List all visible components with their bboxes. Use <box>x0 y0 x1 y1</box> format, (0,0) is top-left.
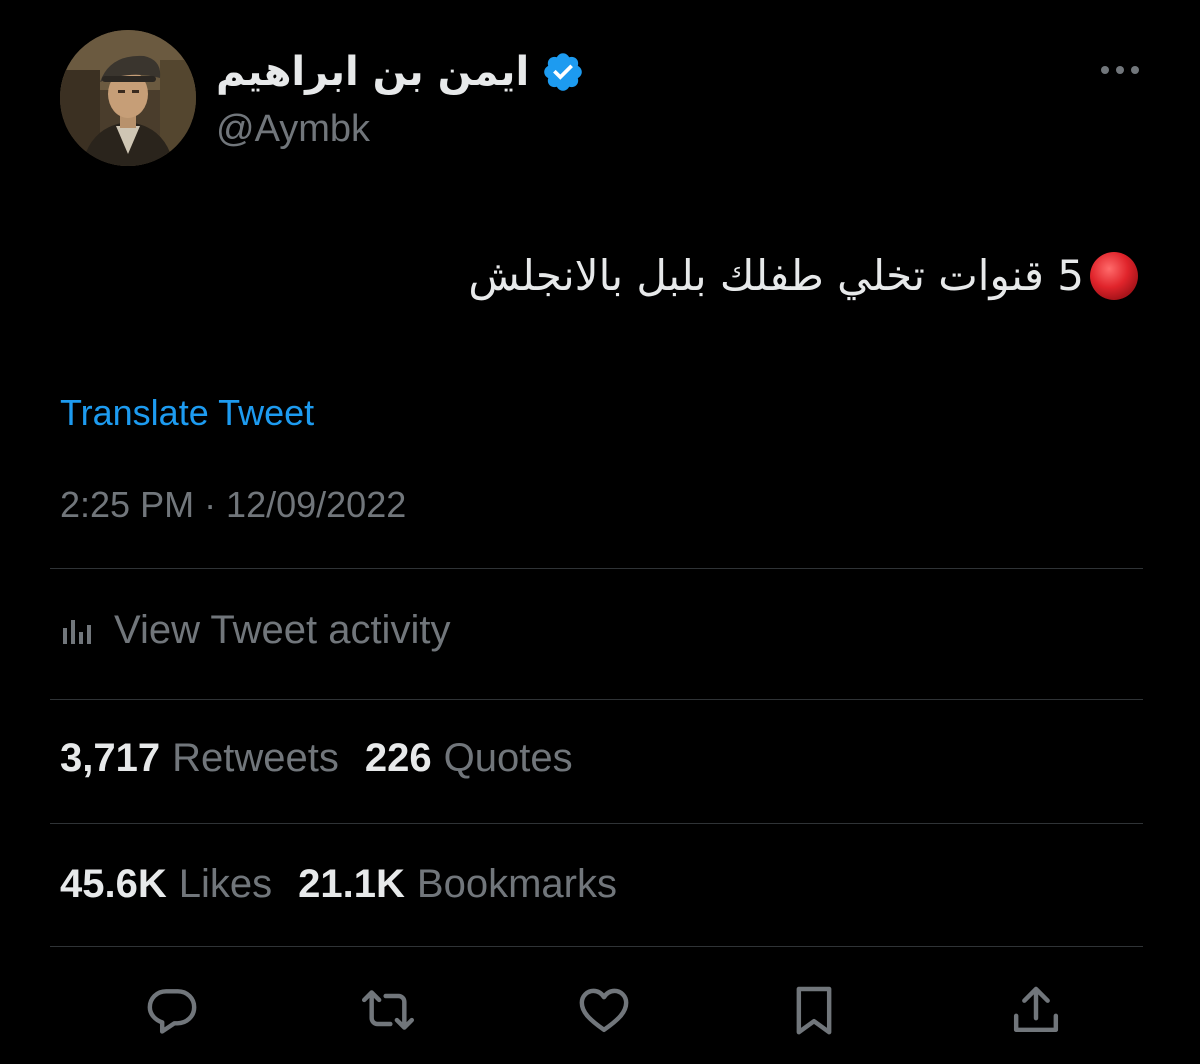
likes-label: Likes <box>178 862 273 906</box>
more-options-button[interactable] <box>1090 52 1150 88</box>
author-display-name[interactable]: ايمن بن ابراهيم <box>216 52 529 92</box>
like-icon <box>579 988 629 1033</box>
tweet-action-bar <box>0 978 1200 1050</box>
reply-icon <box>147 989 197 1034</box>
divider <box>50 568 1143 569</box>
bookmark-icon <box>796 986 832 1035</box>
tweet-text: 5 قنوات تخلي طفلك بلبل بالانجلش <box>468 250 1084 300</box>
quotes-stat[interactable]: 226 Quotes <box>365 736 573 781</box>
tweet-detail: ايمن بن ابراهيم @Aymbk 5 قنوات تخلي طفلك… <box>0 0 1200 1064</box>
tweet-timestamp[interactable]: 2:25 PM · 12/09/2022 <box>60 484 406 526</box>
avatar[interactable] <box>60 30 196 166</box>
share-icon <box>1013 986 1059 1033</box>
stats-row-likes: 45.6K Likes 21.1K Bookmarks <box>60 862 643 907</box>
view-tweet-activity-button[interactable]: View Tweet activity <box>60 604 450 656</box>
bookmark-button[interactable] <box>782 978 846 1042</box>
verified-badge-icon <box>541 50 585 94</box>
retweets-count: 3,717 <box>60 736 161 780</box>
retweet-button[interactable] <box>356 978 420 1042</box>
bookmarks-label: Bookmarks <box>416 862 617 906</box>
likes-stat[interactable]: 45.6K Likes <box>60 862 272 907</box>
reply-button[interactable] <box>140 978 204 1042</box>
stats-row-retweets: 3,717 Retweets 226 Quotes <box>60 736 599 781</box>
bookmarks-count: 21.1K <box>298 862 405 906</box>
bookmarks-stat[interactable]: 21.1K Bookmarks <box>298 862 617 907</box>
likes-count: 45.6K <box>60 862 167 906</box>
avatar-photo <box>60 30 196 166</box>
activity-label: View Tweet activity <box>114 607 451 652</box>
quotes-count: 226 <box>364 736 432 780</box>
red-circle-icon <box>1088 250 1140 302</box>
author-name-row: ايمن بن ابراهيم <box>216 44 585 100</box>
tweet-text-row: 5 قنوات تخلي طفلك بلبل بالانجلش <box>468 250 1140 302</box>
share-button[interactable] <box>1004 978 1068 1042</box>
divider <box>50 699 1143 700</box>
retweet-icon <box>361 990 415 1030</box>
quotes-label: Quotes <box>443 736 573 780</box>
retweets-label: Retweets <box>172 736 339 780</box>
divider <box>50 823 1143 824</box>
translate-tweet-link[interactable]: Translate Tweet <box>60 392 314 434</box>
analytics-icon <box>60 612 96 648</box>
divider <box>50 946 1143 947</box>
like-button[interactable] <box>572 978 636 1042</box>
retweets-stat[interactable]: 3,717 Retweets <box>60 736 339 781</box>
author-handle[interactable]: @Aymbk <box>216 108 370 151</box>
more-dots-icon <box>1101 66 1139 74</box>
